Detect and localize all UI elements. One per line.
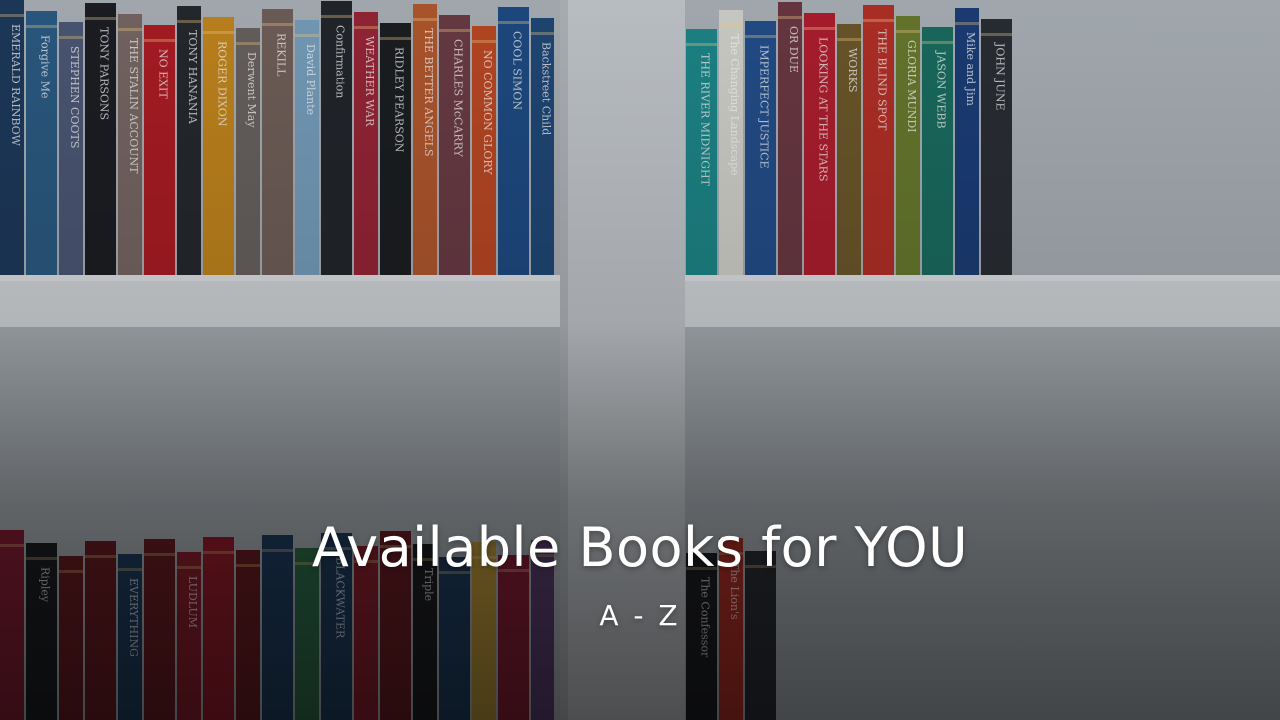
hero-banner: EMERALD RAINBOWForgive MeSTEPHEN COOTSTO…	[0, 0, 1280, 720]
page-subtitle: A - Z	[599, 599, 681, 632]
hero-text-block: Available Books for YOU A - Z	[0, 510, 1280, 636]
page-title: Available Books for YOU	[311, 516, 969, 579]
